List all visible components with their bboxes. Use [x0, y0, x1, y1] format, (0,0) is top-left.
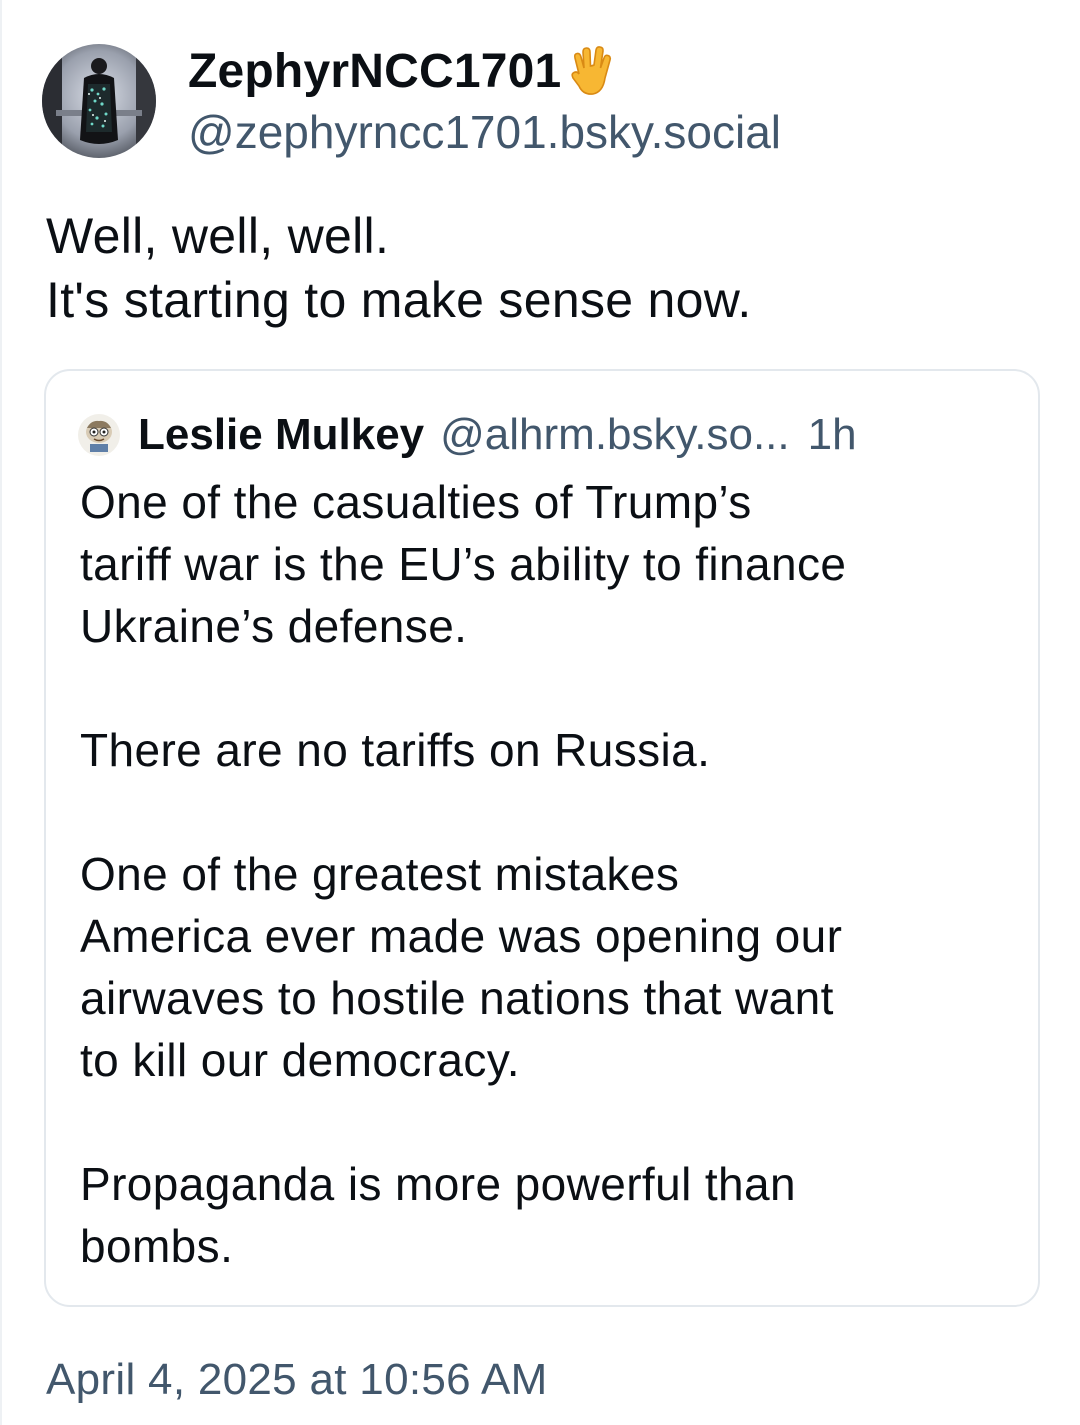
- vulcan-salute-icon: [565, 44, 621, 100]
- quoted-author-name[interactable]: Leslie Mulkey: [138, 410, 424, 460]
- author-display-name-text: ZephyrNCC1701: [188, 45, 562, 98]
- quoted-author-handle[interactable]: @alhrm.bsky.so...: [440, 410, 790, 460]
- quoted-post[interactable]: Leslie Mulkey @alhrm.bsky.so... 1h One o…: [44, 369, 1040, 1307]
- author-avatar[interactable]: [42, 44, 156, 158]
- avatar-image: [42, 44, 156, 158]
- post-view: ZephyrNCC1701 @zephyrncc1701.bsky.social…: [0, 0, 1080, 1425]
- cartoon-avatar-icon: [78, 414, 120, 456]
- quoted-author-avatar[interactable]: [78, 414, 120, 456]
- quoted-post-time: 1h: [807, 410, 857, 459]
- post-author[interactable]: ZephyrNCC1701 @zephyrncc1701.bsky.social: [42, 44, 781, 164]
- author-handle[interactable]: @zephyrncc1701.bsky.social: [188, 104, 781, 160]
- quoted-post-header: Leslie Mulkey @alhrm.bsky.so... 1h: [78, 407, 1018, 463]
- quoted-post-text: One of the casualties of Trump’s tariff …: [80, 476, 847, 1272]
- post-text: Well, well, well. It's starting to make …: [46, 208, 752, 328]
- author-info: ZephyrNCC1701 @zephyrncc1701.bsky.social: [188, 44, 781, 160]
- post-timestamp: April 4, 2025 at 10:56 AM: [46, 1355, 548, 1404]
- author-display-name[interactable]: ZephyrNCC1701: [188, 44, 781, 100]
